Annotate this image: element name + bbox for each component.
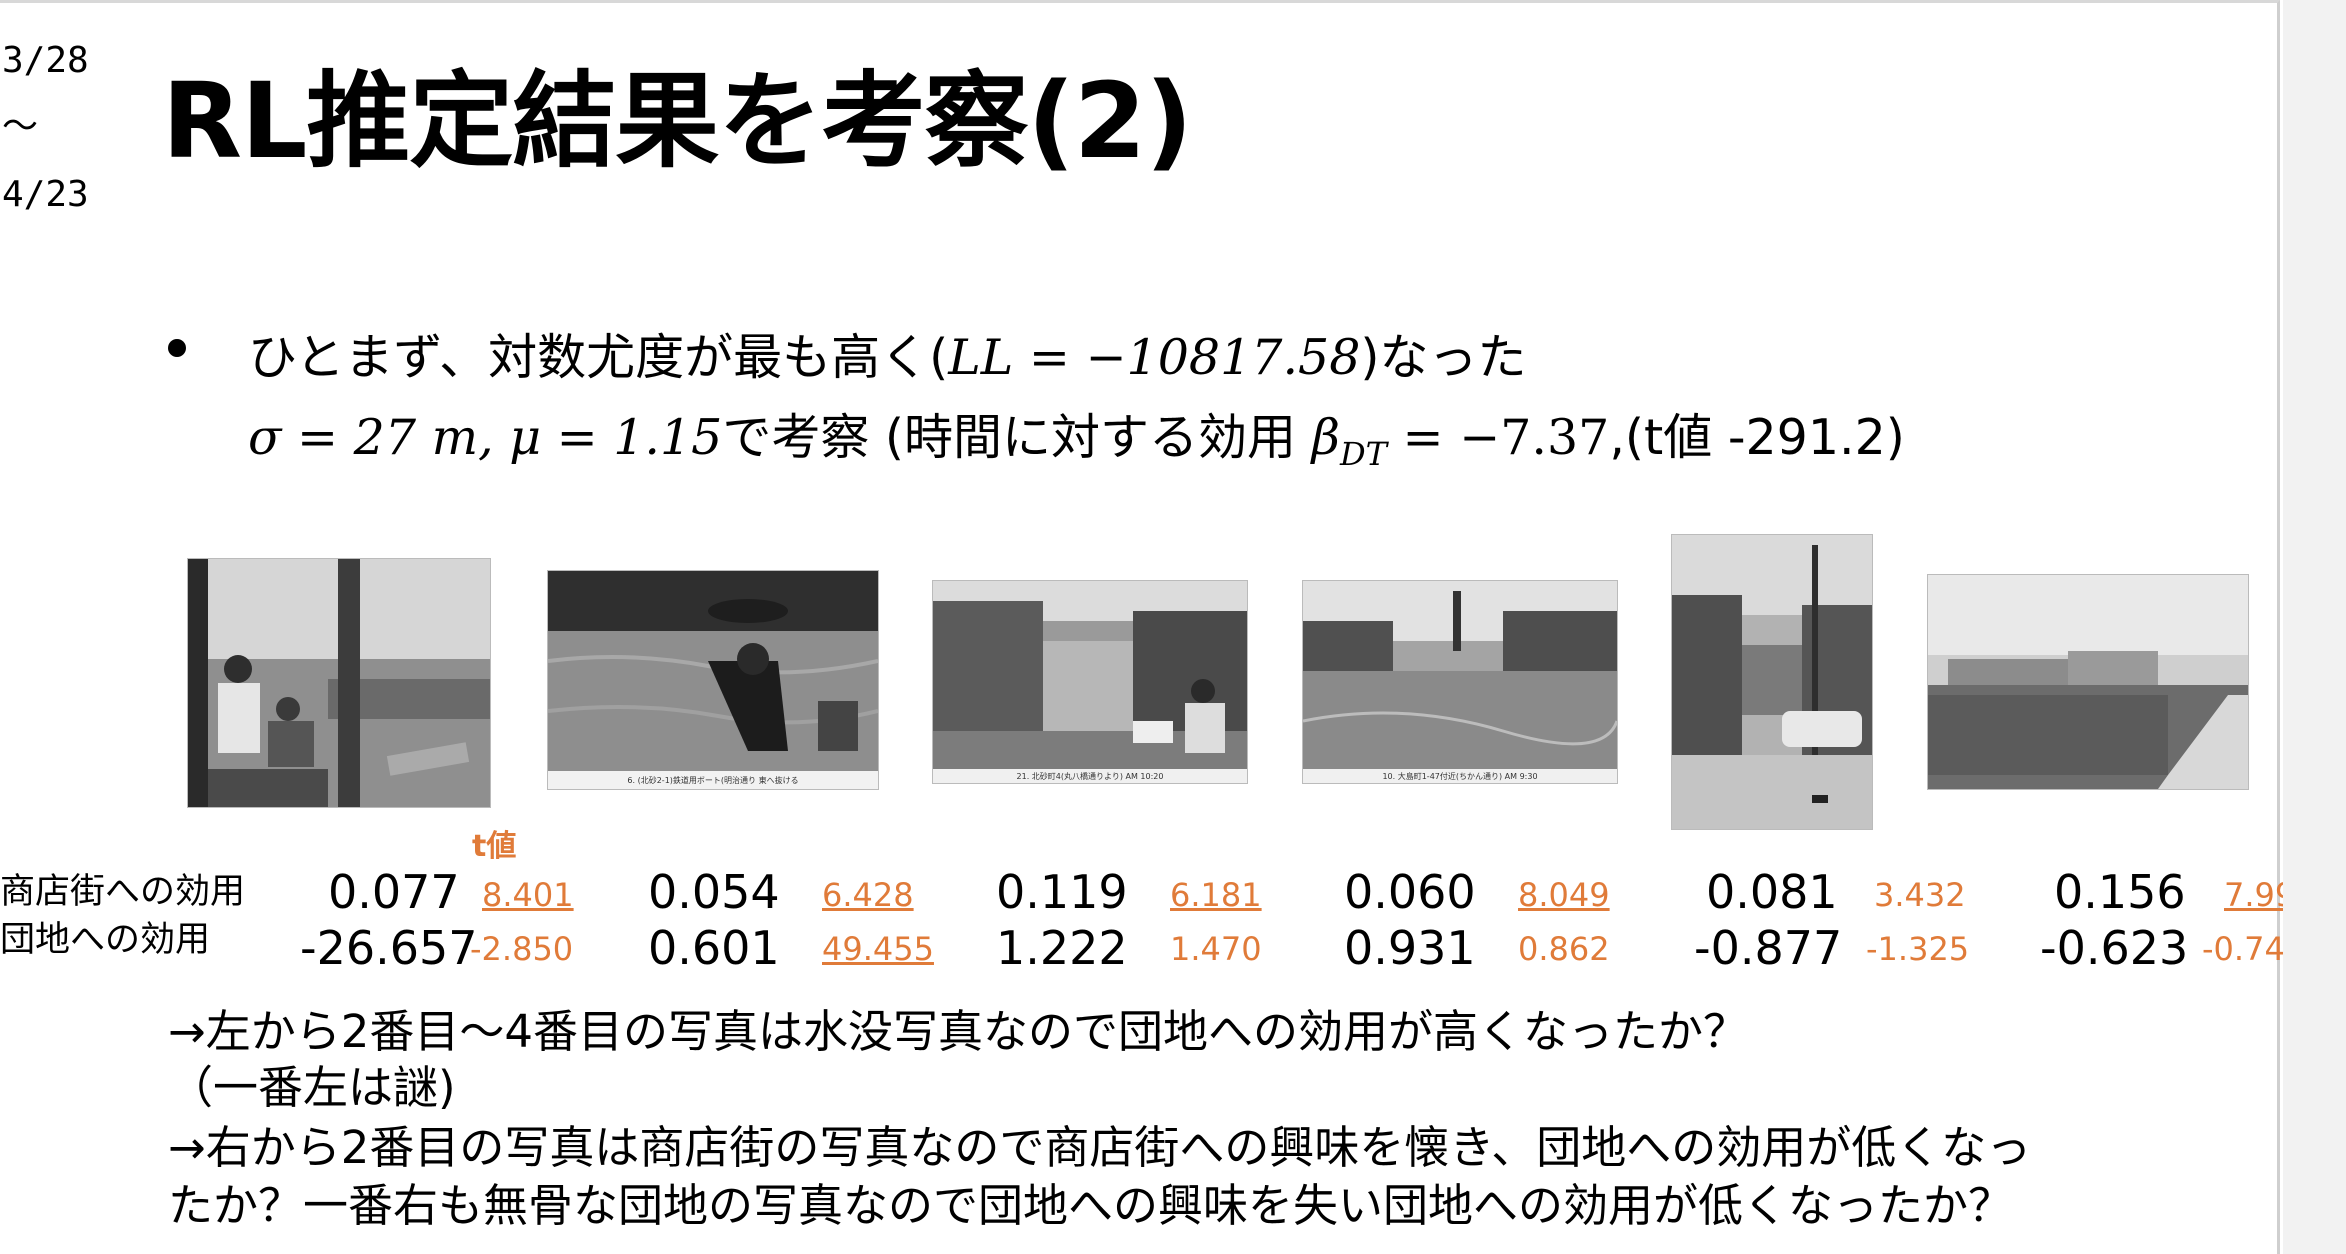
photo-6-danchi-utility: -0.623 [2040,921,2189,975]
photo-2-shop-tvalue: 6.428 [822,876,914,914]
photo-1-danchi-utility: -26.657 [300,921,478,975]
row-label-danchi: 団地への効用 [0,920,211,960]
photo-2-danchi-tvalue: 49.455 [822,930,934,968]
bullet-text: )なった [1360,329,1527,386]
t-value-text: ,(t値 -291.2) [1609,409,1905,466]
photo-3-danchi-tvalue: 1.470 [1170,930,1262,968]
photo-5-shop-tvalue: 3.432 [1874,876,1966,914]
photo-1-shop-utility: 0.077 [328,865,460,919]
photo-1-street-pole [188,559,490,807]
photo-3-caption: 21. 北砂町4(丸八橋通りより) AM 10:20 [1017,771,1164,781]
window-gutter [2283,0,2346,1254]
photo-4-flooded-road: 10. 大島町1-47付近(ちかん通り) AM 9:30 [1303,581,1617,783]
photo-2-shop-utility: 0.054 [648,865,780,919]
photo-5-shop-utility: 0.081 [1706,865,1838,919]
bullet-point [168,339,186,357]
photo-4-caption: 10. 大島町1-47付近(ちかん通り) AM 9:30 [1382,771,1537,781]
bullet-text: で考察 (時間に対する効用 [722,409,1312,466]
photo-4-shop-utility: 0.060 [1344,865,1476,919]
photo-6-shop-utility: 0.156 [2054,865,2186,919]
bullet-line-2: σ = 27 m, μ = 1.15で考察 (時間に対する効用 βDT = −7… [248,413,1905,470]
photo-5-shopping-street [1672,535,1872,829]
photo-3-danchi-utility: 1.222 [996,921,1128,975]
photo-2-caption: 6. (北砂2-1)鉄道用ボート(明治通り 東へ抜ける [627,775,798,785]
sidebar-date-end: 4/23 [2,174,89,215]
row-label-shopping-street: 商店街への効用 [0,872,246,912]
photo-5-danchi-utility: -0.877 [1694,921,1843,975]
bullet-line-1: ひとまず、対数尤度が最も高く(LL = −10817.58)なった [248,333,1527,382]
photo-2-danchi-utility: 0.601 [648,921,780,975]
note-line-2: （一番左は謎) [168,1061,456,1114]
photo-4-danchi-tvalue: 0.862 [1518,930,1610,968]
sidebar-date-start: 3/28 [2,40,89,81]
photo-4-shop-tvalue: 8.049 [1518,876,1610,914]
sigma-mu-math: σ = 27 m, μ = 1.15 [248,409,723,466]
photo-3-shop-utility: 0.119 [996,865,1128,919]
bullet-text: ひとまず、対数尤度が最も高く( [248,329,949,386]
photo-6-housing-field [1928,575,2248,789]
photo-1-danchi-tvalue: -2.850 [470,930,574,968]
beta-symbol: β [1311,409,1340,466]
sidebar-date-tilde: ～ [2,106,39,147]
beta-value: = −7.37 [1386,409,1610,466]
note-line-1: →左から2番目〜4番目の写真は水没写真なので団地への効用が高くなったか？ [168,1005,1748,1058]
photo-5-danchi-tvalue: -1.325 [1866,930,1970,968]
photo-3-shop-tvalue: 6.181 [1170,876,1262,914]
note-line-4: たか？一番右も無骨な団地の写真なので団地への興味を失い団地への効用が低くなったか… [168,1179,2014,1232]
photo-4-danchi-utility: 0.931 [1344,921,1476,975]
slide: 3/28 ～ 4/23 RL推定結果を考察(2) ひとまず、対数尤度が最も高く(… [0,0,2316,1254]
photo-1-shop-tvalue: 8.401 [482,876,574,914]
note-line-3: →右から2番目の写真は商店街の写真なので商店街への興味を懐き、団地への効用が低く… [168,1121,2032,1174]
photo-3-flooded-street: 21. 北砂町4(丸八橋通りより) AM 10:20 [933,581,1247,783]
slide-title: RL推定結果を考察(2) [162,60,1193,182]
log-likelihood-math: LL = −10817.58 [948,329,1361,386]
beta-subscript: DT [1339,434,1387,473]
t-value-header: t値 [472,829,517,864]
photo-2-flood-boat: 6. (北砂2-1)鉄道用ボート(明治通り 東へ抜ける [548,571,878,789]
